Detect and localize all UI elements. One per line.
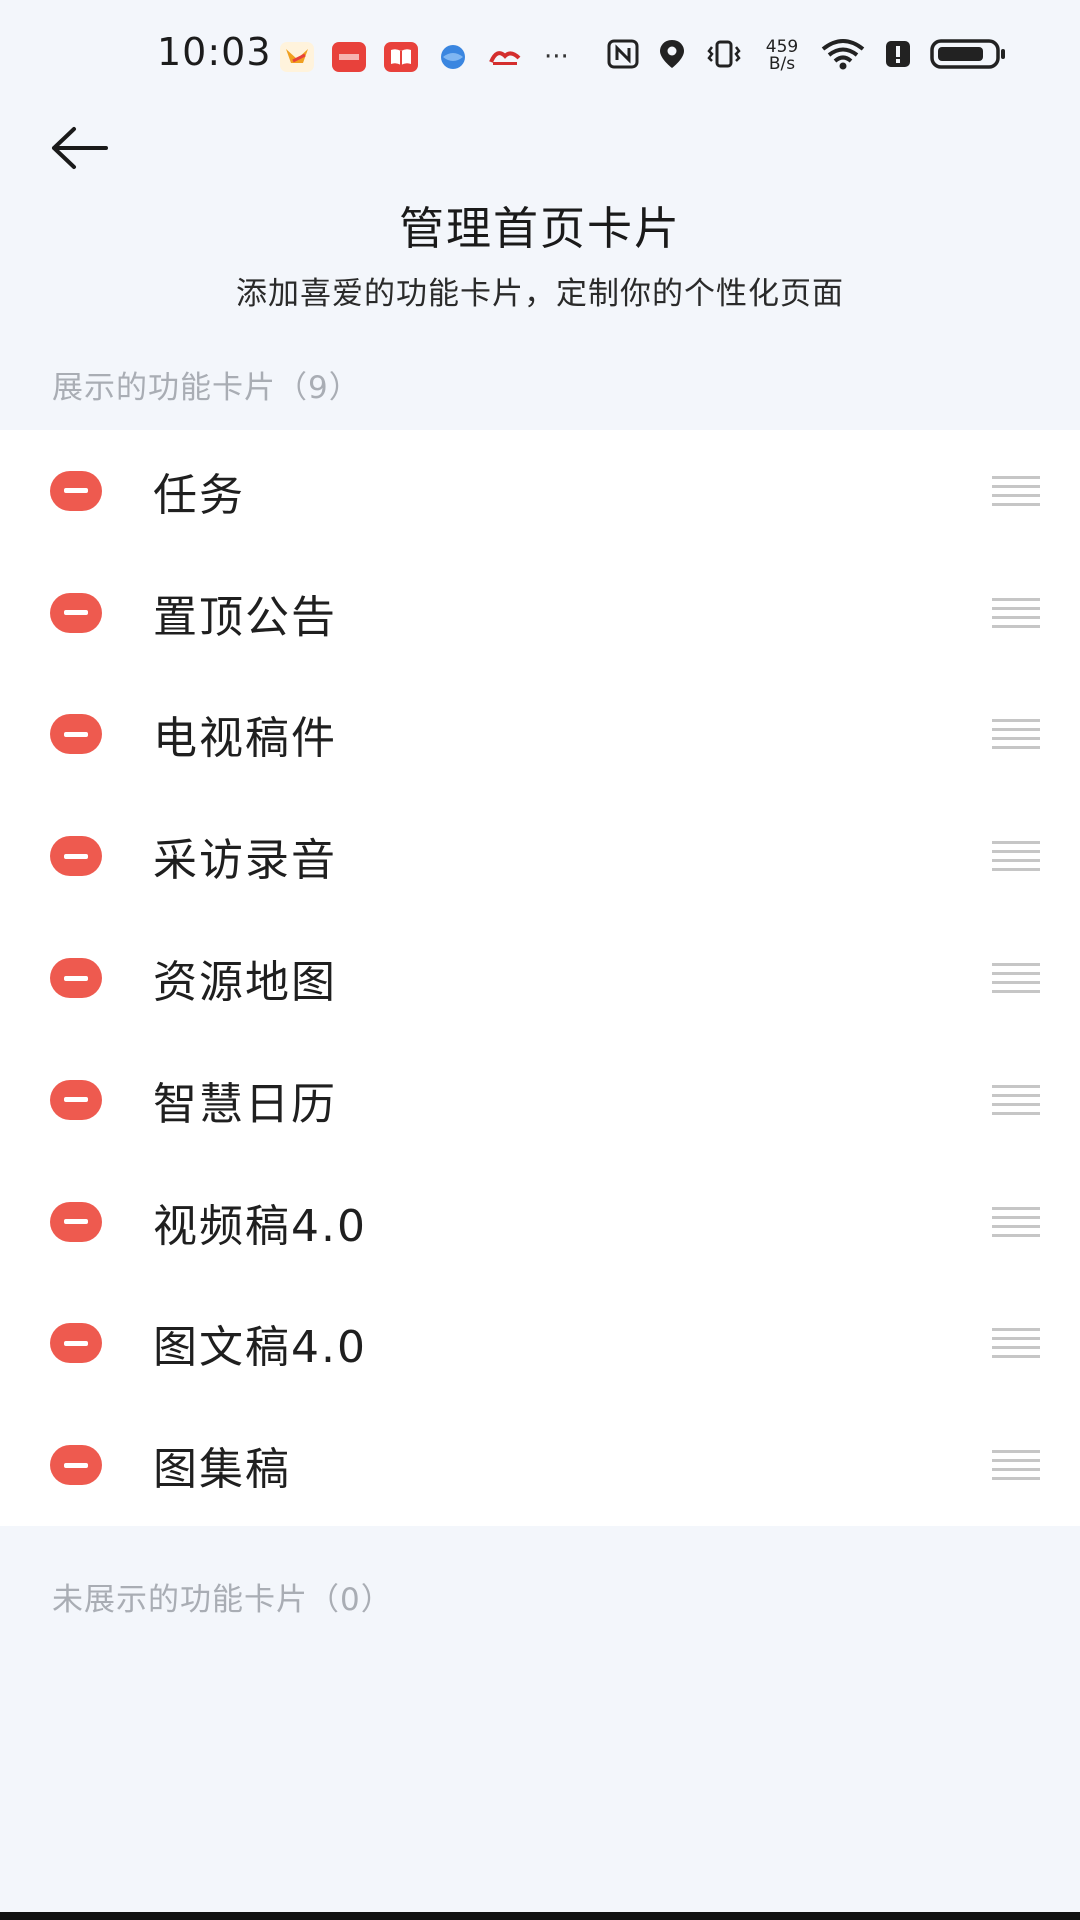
card-row-task: 任务 — [0, 430, 1080, 552]
remove-card-button[interactable] — [50, 1323, 102, 1364]
drag-handle-icon[interactable] — [992, 1084, 1040, 1115]
minus-icon — [64, 1462, 88, 1468]
shown-cards-list: 任务 置顶公告 电视稿件 采访录音 资源地图 智慧日历 视频稿4.0 图文稿4.… — [0, 430, 1080, 1527]
drag-handle-icon[interactable] — [992, 719, 1040, 750]
page-subtitle: 添加喜爱的功能卡片，定制你的个性化页面 — [236, 276, 844, 312]
minus-icon — [64, 975, 88, 981]
remove-card-button[interactable] — [50, 958, 102, 999]
book-app-icon — [384, 42, 418, 72]
news-app-icon — [332, 42, 366, 72]
status-time: 10:03 — [157, 30, 272, 74]
hidden-cards-section-label: 未展示的功能卡片（0） — [52, 1582, 393, 1618]
remove-card-button[interactable] — [50, 714, 102, 755]
logo-app-icon — [488, 42, 522, 72]
back-arrow-icon — [52, 127, 108, 169]
drag-handle-icon[interactable] — [992, 841, 1040, 872]
battery-icon — [930, 38, 1006, 74]
drag-handle-icon[interactable] — [992, 597, 1040, 628]
drag-handle-icon[interactable] — [992, 1450, 1040, 1481]
remove-card-button[interactable] — [50, 1079, 102, 1120]
card-label: 视频稿4.0 — [153, 1200, 367, 1252]
card-label: 智慧日历 — [153, 1078, 337, 1130]
card-row-tv-manuscript: 电视稿件 — [0, 674, 1080, 796]
remove-card-button[interactable] — [50, 836, 102, 877]
remove-card-button[interactable] — [50, 470, 102, 511]
network-speed-unit: B/s — [768, 54, 796, 74]
remove-card-button[interactable] — [50, 592, 102, 633]
card-label: 图文稿4.0 — [153, 1322, 367, 1374]
bottom-edge — [0, 1912, 1080, 1920]
remove-card-button[interactable] — [50, 1445, 102, 1486]
minus-icon — [64, 1219, 88, 1225]
page-title: 管理首页卡片 — [398, 202, 681, 255]
card-row-video-manuscript: 视频稿4.0 — [0, 1161, 1080, 1283]
drag-handle-icon[interactable] — [992, 963, 1040, 994]
card-row-pinned-notice: 置顶公告 — [0, 552, 1080, 674]
card-label: 采访录音 — [153, 835, 337, 887]
card-label: 资源地图 — [153, 957, 337, 1009]
bird-app-icon — [280, 42, 314, 72]
minus-icon — [64, 1340, 88, 1346]
remove-card-button[interactable] — [50, 1201, 102, 1242]
alert-icon — [884, 39, 912, 73]
card-row-resource-map: 资源地图 — [0, 917, 1080, 1039]
browser-app-icon — [436, 42, 470, 72]
wifi-icon — [820, 38, 866, 74]
minus-icon — [64, 731, 88, 737]
card-label: 图集稿 — [153, 1444, 291, 1496]
drag-handle-icon[interactable] — [992, 1328, 1040, 1359]
card-label: 任务 — [153, 469, 245, 521]
status-bar: 10:03 ··· 459 B/s — [0, 0, 1080, 110]
card-row-gallery-manuscript: 图集稿 — [0, 1404, 1080, 1526]
notification-icons: ··· — [280, 42, 569, 72]
card-row-interview-recording: 采访录音 — [0, 795, 1080, 917]
card-label: 置顶公告 — [153, 591, 337, 643]
card-label: 电视稿件 — [153, 713, 337, 765]
minus-icon — [64, 1097, 88, 1103]
drag-handle-icon[interactable] — [992, 1206, 1040, 1237]
drag-handle-icon[interactable] — [992, 475, 1040, 506]
card-row-smart-calendar: 智慧日历 — [0, 1039, 1080, 1161]
more-notifications-indicator: ··· — [544, 42, 569, 72]
minus-icon — [64, 610, 88, 616]
system-icons: 459 B/s — [606, 38, 1006, 74]
vibrate-icon — [704, 39, 744, 73]
minus-icon — [64, 488, 88, 494]
location-icon — [658, 38, 686, 74]
shown-cards-section-label: 展示的功能卡片（9） — [52, 370, 361, 406]
network-speed: 459 B/s — [762, 39, 802, 73]
back-button[interactable] — [44, 118, 114, 178]
nfc-icon — [606, 39, 640, 73]
card-row-graphic-manuscript: 图文稿4.0 — [0, 1283, 1080, 1405]
minus-icon — [64, 853, 88, 859]
